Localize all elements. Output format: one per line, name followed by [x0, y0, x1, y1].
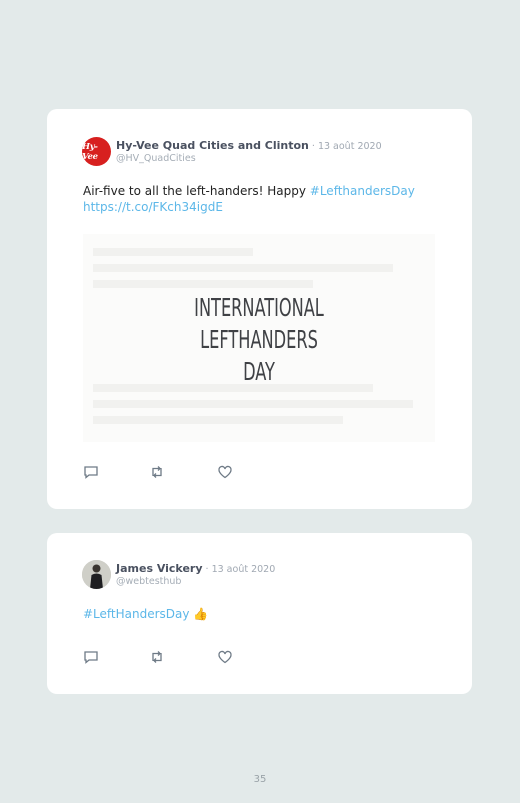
thumbs-up-emoji: 👍 [193, 607, 209, 621]
avatar[interactable] [82, 560, 111, 589]
image-line-3: DAY [243, 357, 275, 386]
author-name[interactable]: James Vickery [116, 562, 203, 575]
like-icon[interactable] [217, 464, 233, 480]
tweet-card: James Vickery · 13 août 2020 @webtesthub… [47, 533, 472, 694]
tweet-text: Air-five to all the left-handers! Happy … [83, 183, 415, 215]
tweet-header: James Vickery · 13 août 2020 @webtesthub [116, 562, 275, 587]
tweet-header: Hy-Vee Quad Cities and Clinton · 13 août… [116, 139, 382, 164]
tweet-body: Air-five to all the left-handers! Happy [83, 184, 310, 198]
tweet-date[interactable]: 13 août 2020 [318, 141, 382, 152]
avatar-photo [82, 560, 111, 589]
author-handle[interactable]: @HV_QuadCities [116, 153, 382, 164]
tweet-image[interactable]: INTERNATIONAL LEFTHANDERS DAY [83, 234, 435, 442]
reply-icon[interactable] [83, 649, 99, 665]
page-number: 35 [253, 774, 267, 785]
author-name[interactable]: Hy-Vee Quad Cities and Clinton [116, 139, 309, 152]
avatar-logo-text: Hy-Vee [82, 141, 98, 162]
image-line-2: LEFTHANDERS [200, 325, 318, 354]
like-icon[interactable] [217, 649, 233, 665]
tweet-text: #LeftHandersDay 👍 [83, 606, 208, 622]
tweet-date[interactable]: 13 août 2020 [212, 564, 276, 575]
reply-icon[interactable] [83, 464, 99, 480]
retweet-icon[interactable] [149, 649, 165, 665]
hashtag-link[interactable]: #LeftHandersDay [83, 607, 190, 621]
date-separator: · [202, 564, 212, 575]
image-caption: INTERNATIONAL LEFTHANDERS DAY [132, 292, 385, 388]
date-separator: · [308, 141, 318, 152]
hashtag-link[interactable]: #LefthandersDay [310, 184, 415, 198]
tweet-card: Hy-Vee Hy-Vee Quad Cities and Clinton · … [47, 109, 472, 509]
retweet-icon[interactable] [149, 464, 165, 480]
avatar[interactable]: Hy-Vee [82, 137, 111, 166]
url-link[interactable]: https://t.co/FKch34igdE [83, 200, 223, 214]
image-line-1: INTERNATIONAL [194, 293, 324, 322]
author-handle[interactable]: @webtesthub [116, 576, 275, 587]
